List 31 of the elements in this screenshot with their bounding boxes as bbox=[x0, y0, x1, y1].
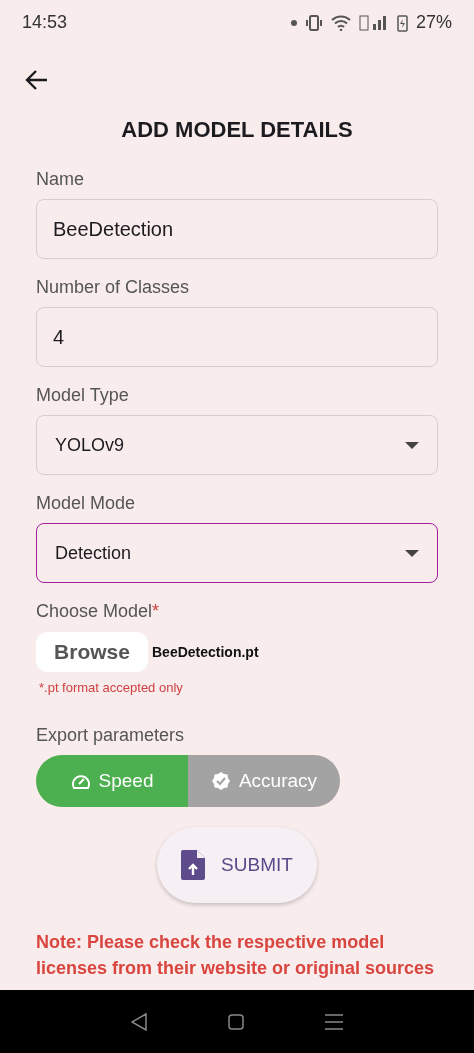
page-title: ADD MODEL DETAILS bbox=[121, 117, 353, 143]
field-label: Choose Model* bbox=[36, 601, 160, 622]
format-hint: *.pt format accepted only bbox=[39, 680, 183, 695]
signal-icon bbox=[358, 14, 389, 31]
field-label: Export parameters bbox=[36, 725, 185, 746]
check-badge-icon bbox=[210, 771, 231, 791]
dropdown-field[interactable]: Detection bbox=[36, 523, 438, 583]
battery-charging-icon bbox=[396, 13, 408, 32]
browse-button[interactable]: Browse bbox=[36, 632, 148, 672]
notification-dot-icon bbox=[290, 19, 297, 26]
input-field[interactable]: 4 bbox=[36, 307, 438, 367]
file-upload-icon bbox=[181, 850, 206, 880]
vibrate-icon bbox=[304, 14, 323, 31]
dropdown-caret-icon bbox=[405, 549, 419, 557]
status-time: 14:53 bbox=[22, 12, 68, 33]
menu-nav-icon[interactable] bbox=[325, 1013, 344, 1030]
dropdown-field[interactable]: YOLOv9 bbox=[36, 415, 438, 475]
field-label: Number of Classes bbox=[36, 277, 190, 298]
input-field[interactable]: BeeDetection bbox=[36, 199, 438, 259]
field-label: Model Mode bbox=[36, 493, 136, 514]
dropdown-caret-icon bbox=[405, 441, 419, 449]
submit-button[interactable]: SUBMIT bbox=[157, 827, 317, 903]
battery-level: 27% bbox=[415, 12, 452, 33]
file-name: BeeDetection.pt bbox=[152, 644, 259, 660]
home-nav-icon[interactable] bbox=[228, 1013, 244, 1030]
license-note: Note: Please check the respective model licenses from their website or original sources bbox=[36, 931, 436, 980]
back-nav-icon[interactable] bbox=[130, 1012, 147, 1031]
gauge-icon bbox=[70, 772, 91, 790]
field-label: Model Type bbox=[36, 385, 129, 406]
wifi-icon bbox=[330, 14, 351, 31]
field-label: Name bbox=[36, 169, 84, 190]
